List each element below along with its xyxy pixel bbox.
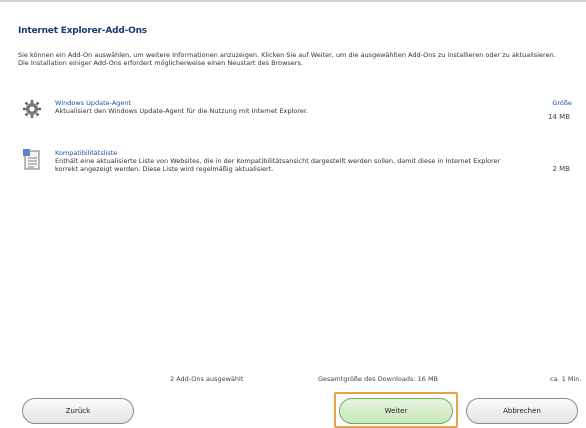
addon-size: 2 MB xyxy=(552,165,570,173)
gear-icon xyxy=(22,99,42,119)
document-list-icon xyxy=(22,149,42,170)
addon-item-compat-list[interactable]: Kompatibilitätsliste Enthält eine aktual… xyxy=(22,149,570,189)
download-time: ca. 1 Min. xyxy=(550,375,582,383)
dialog-window: Internet Explorer-Add-Ons Sie können ein… xyxy=(0,0,586,428)
addon-info: Aktualisiert den Windows Update-Agent fü… xyxy=(55,107,309,115)
download-size: Gesamtgröße des Downloads: 16 MB xyxy=(318,375,439,383)
next-button[interactable]: Weiter xyxy=(339,398,453,424)
page-title: Internet Explorer-Add-Ons xyxy=(18,26,147,36)
back-button[interactable]: Zurück xyxy=(22,398,134,424)
addon-item-windows-update[interactable]: Windows Update-Agent Aktualisiert den Wi… xyxy=(22,99,570,139)
cancel-button[interactable]: Abbrechen xyxy=(466,398,578,424)
description-text: Sie können ein Add-On auswählen, um weit… xyxy=(18,51,556,67)
addon-name: Kompatibilitätsliste xyxy=(55,149,118,157)
addon-size: 14 MB xyxy=(548,113,570,121)
addon-info: Enthält eine aktualisierte Liste von Web… xyxy=(55,157,501,173)
selected-count: 2 Add-Ons ausgewählt xyxy=(170,375,244,383)
addon-name: Windows Update-Agent xyxy=(55,99,132,107)
